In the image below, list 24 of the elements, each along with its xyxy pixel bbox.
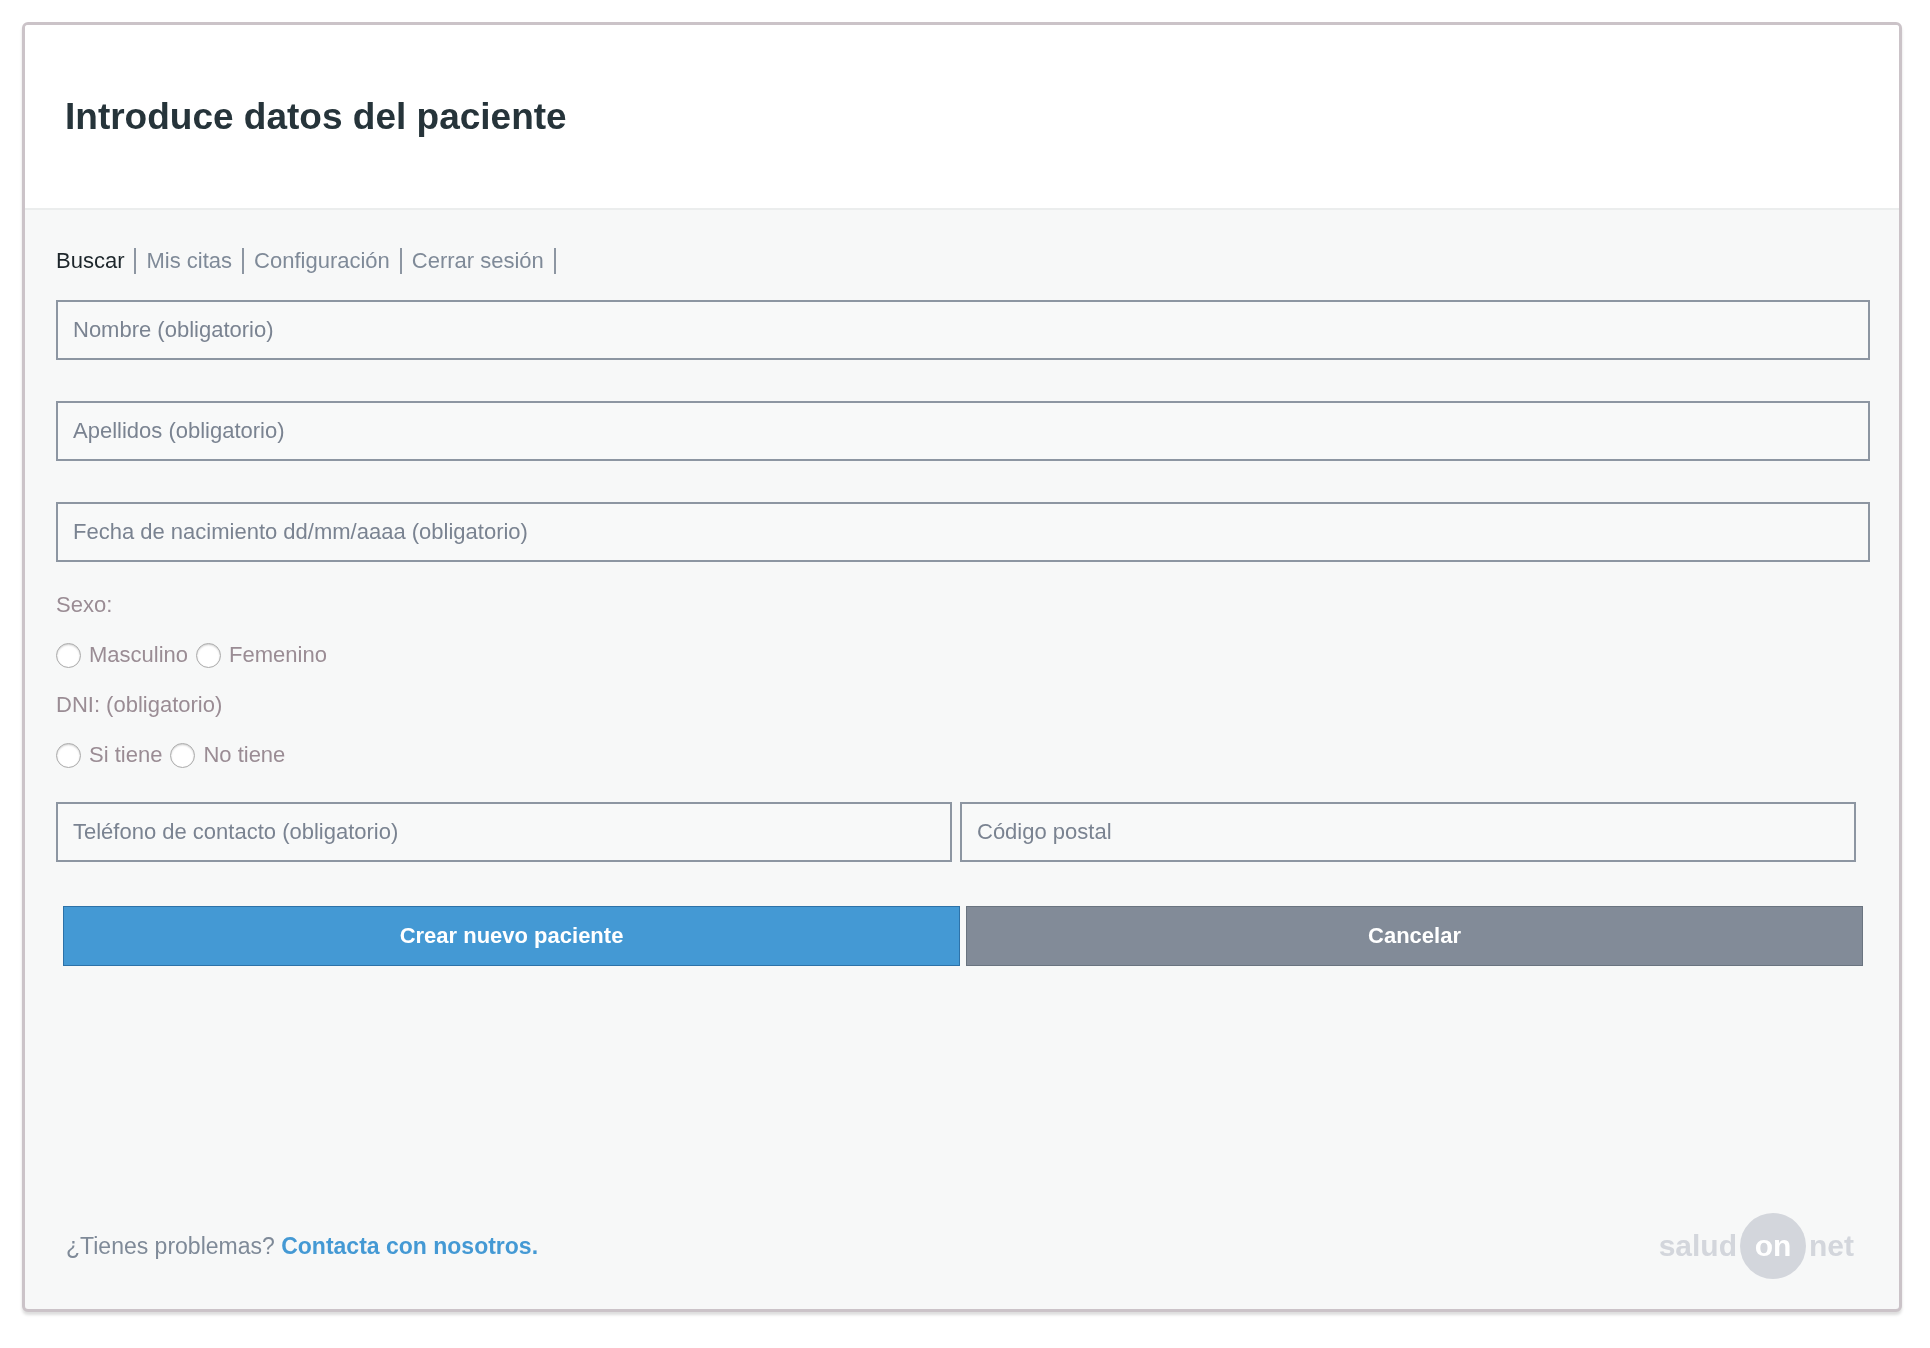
radio-button[interactable]: [56, 642, 81, 668]
help-text: ¿Tienes problemas? Contacta con nosotros.: [66, 1232, 539, 1260]
radio-button[interactable]: [56, 742, 81, 768]
field-label: DNI: (obligatorio): [56, 692, 224, 718]
create-button[interactable]: Crear nuevo paciente: [63, 906, 960, 966]
nav-link[interactable]: Mis citas: [136, 248, 245, 274]
text-field[interactable]: Teléfono de contacto (obligatorio): [56, 802, 952, 862]
field-label: Sexo:: [56, 592, 114, 618]
nav-link[interactable]: Cerrar sesión: [401, 248, 556, 274]
text-field[interactable]: Nombre (obligatorio): [56, 300, 1870, 360]
radio-label[interactable]: No tiene: [203, 742, 286, 768]
radio-label[interactable]: Femenino: [229, 642, 327, 668]
text-field[interactable]: Apellidos (obligatorio): [56, 401, 1870, 461]
dialog-title: Introduce datos del paciente: [65, 95, 567, 138]
nav-link[interactable]: Configuración: [244, 248, 402, 274]
cancel-button[interactable]: Cancelar: [966, 906, 1863, 966]
radio-label[interactable]: Si tiene: [89, 742, 163, 768]
contact-link[interactable]: Contacta con nosotros.: [281, 1232, 539, 1259]
text-field[interactable]: Código postal: [960, 802, 1856, 862]
radio-label[interactable]: Masculino: [89, 642, 189, 668]
radio-button[interactable]: [170, 742, 196, 768]
nav-link[interactable]: Buscar: [56, 248, 137, 274]
radio-button[interactable]: [196, 642, 222, 668]
text-field[interactable]: Fecha de nacimiento dd/mm/aaaa (obligatorio): [56, 502, 1870, 562]
